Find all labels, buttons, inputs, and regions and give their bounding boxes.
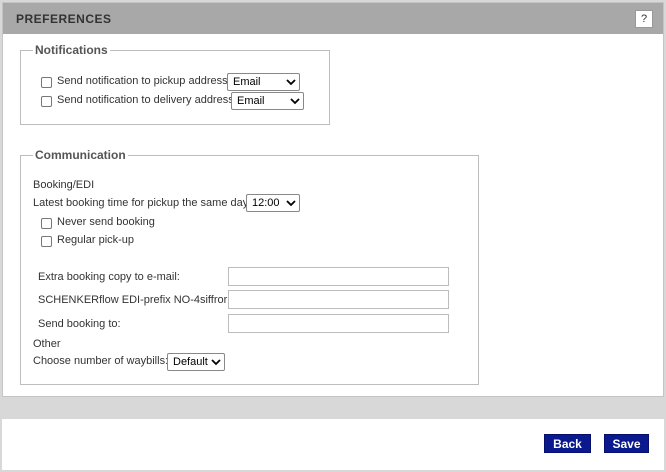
regular-pickup-label: Regular pick-up <box>57 234 135 246</box>
waybills-select-value: Default <box>173 356 208 368</box>
delivery-notification-select[interactable]: Email <box>231 92 304 110</box>
never-send-booking-checkbox[interactable] <box>41 218 52 229</box>
latest-booking-time-value: 12:00 <box>252 197 280 209</box>
latest-booking-time-label: Latest booking time for pickup the same … <box>33 197 249 209</box>
delivery-notification-checkbox[interactable] <box>41 96 52 107</box>
delivery-notification-select-value: Email <box>237 95 265 107</box>
send-booking-to-input[interactable] <box>228 314 449 333</box>
latest-booking-time-select[interactable]: 12:00 <box>246 194 300 212</box>
never-send-booking-label: Never send booking <box>57 216 155 228</box>
save-button[interactable]: Save <box>604 434 649 453</box>
extra-booking-copy-input[interactable] <box>228 267 449 286</box>
extra-booking-copy-label: Extra booking copy to e-mail: <box>38 271 180 283</box>
chevron-down-icon <box>286 79 296 86</box>
notifications-legend: Notifications <box>35 43 108 57</box>
other-heading: Other <box>33 338 61 350</box>
delivery-notification-label: Send notification to delivery address <box>57 94 234 106</box>
chevron-down-icon <box>286 200 296 207</box>
send-booking-to-label: Send booking to: <box>38 318 121 330</box>
pickup-notification-select-value: Email <box>233 76 261 88</box>
pickup-notification-checkbox[interactable] <box>41 77 52 88</box>
regular-pickup-checkbox[interactable] <box>41 236 52 247</box>
chevron-down-icon <box>290 98 300 105</box>
edi-prefix-input[interactable] <box>228 290 449 309</box>
panel-header: PREFERENCES ? <box>3 3 663 34</box>
preferences-panel: PREFERENCES ? Notifications Send notific… <box>2 2 664 397</box>
footer-bar: Back Save <box>2 419 664 470</box>
communication-legend: Communication <box>35 148 126 162</box>
page-title: PREFERENCES <box>16 12 112 26</box>
booking-edi-heading: Booking/EDI <box>33 179 95 191</box>
back-button[interactable]: Back <box>544 434 591 453</box>
pickup-notification-select[interactable]: Email <box>227 73 300 91</box>
waybills-label: Choose number of waybills: <box>33 355 169 367</box>
chevron-down-icon <box>211 359 221 366</box>
edi-prefix-label: SCHENKERflow EDI-prefix NO-4siffror: <box>38 294 231 306</box>
pickup-notification-label: Send notification to pickup address <box>57 75 228 87</box>
help-button[interactable]: ? <box>635 10 653 28</box>
waybills-select[interactable]: Default <box>167 353 225 371</box>
